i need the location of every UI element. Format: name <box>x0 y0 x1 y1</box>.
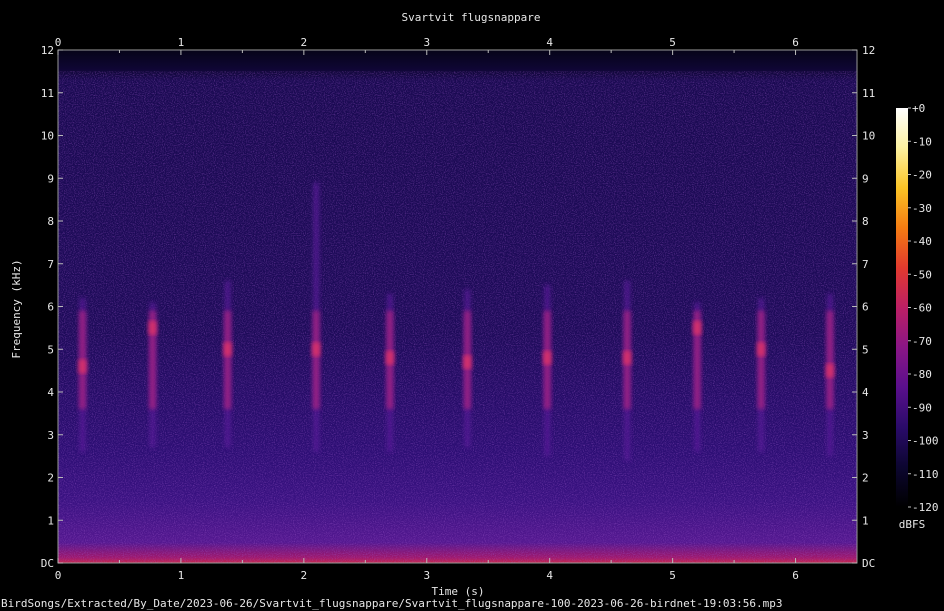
call-peak <box>543 350 552 365</box>
x-tick-label: 1 <box>178 36 185 49</box>
y-tick-label: 11 <box>862 87 875 100</box>
call-11 <box>825 293 834 457</box>
call-core <box>312 310 320 410</box>
colorbar-tick-label: -110 <box>912 468 939 481</box>
x-tick-label: 4 <box>546 36 553 49</box>
call-6 <box>463 289 472 448</box>
call-core <box>757 310 765 410</box>
colorbar-tick-label: -20 <box>912 169 932 182</box>
colorbar-gradient <box>896 108 908 507</box>
colorbar-label: dBFS <box>899 518 926 531</box>
y-axis-label: Frequency (kHz) <box>10 259 23 358</box>
colorbar-tick-label: -30 <box>912 202 932 215</box>
y-tick-label: 9 <box>47 172 54 185</box>
y-tick-label: 11 <box>41 87 54 100</box>
colorbar-ticks: +0 -10 -20 -30 -40 -50 -60 -70 -80 -90 -100 -110 -12… <box>908 102 939 514</box>
y-tick-label: 5 <box>862 343 869 356</box>
colorbar: +0 -10 -20 -30 -40 -50 -60 -70 -80 -90 -100 -110 -12… <box>896 102 939 531</box>
y-tick-label: 3 <box>862 429 869 442</box>
call-peak <box>463 355 472 370</box>
x-tick-label: 4 <box>546 569 553 582</box>
y-tick-label: 5 <box>47 343 54 356</box>
x-tick-label: 2 <box>301 36 308 49</box>
colorbar-tick-label: -60 <box>912 302 932 315</box>
y-tick-label: DC <box>41 557 54 570</box>
call-core <box>826 310 834 410</box>
call-9 <box>693 302 702 452</box>
chart-title: Svartvit flugsnappare <box>401 11 540 24</box>
call-3 <box>223 280 232 448</box>
call-2 <box>148 302 157 448</box>
y-tick-label: 10 <box>862 130 875 143</box>
colorbar-tick-label: -90 <box>912 401 932 414</box>
call-peak <box>78 359 87 374</box>
x-tick-label: 0 <box>55 569 62 582</box>
call-peak <box>825 363 834 378</box>
x-tick-label: 3 <box>423 36 430 49</box>
colorbar-tick-label: -70 <box>912 335 932 348</box>
x-tick-label: 3 <box>423 569 430 582</box>
spectrogram-figure: Svartvit flugsnappare 0123456 0123456 DC… <box>1 11 939 610</box>
call-peak <box>757 342 766 357</box>
colorbar-tick-label: -100 <box>912 435 939 448</box>
call-1 <box>78 297 87 452</box>
y-tick-label: 2 <box>862 472 869 485</box>
y-tick-label: 10 <box>41 130 54 143</box>
colorbar-tick-label: -10 <box>912 135 932 148</box>
call-10 <box>757 297 766 452</box>
file-path: BirdSongs/Extracted/By_Date/2023-06-26/S… <box>1 597 782 610</box>
call-peak <box>385 350 394 365</box>
call-4 <box>312 182 321 452</box>
y-tick-label: 1 <box>862 514 869 527</box>
y-tick-label: 6 <box>47 301 54 314</box>
y-tick-label: 1 <box>47 514 54 527</box>
call-peak <box>223 342 232 357</box>
call-peak <box>623 350 632 365</box>
x-tick-label: 6 <box>792 36 799 49</box>
x-tick-label: 5 <box>669 36 676 49</box>
y-tick-label: 9 <box>862 172 869 185</box>
call-core <box>224 310 232 410</box>
call-peak <box>148 320 157 335</box>
x-tick-label: 0 <box>55 36 62 49</box>
call-peak <box>693 320 702 335</box>
x-tick-label: 5 <box>669 569 676 582</box>
spectrogram-noise <box>58 71 857 563</box>
call-7 <box>543 285 552 457</box>
colorbar-tick-label: -40 <box>912 235 932 248</box>
y-tick-label: 12 <box>862 44 875 57</box>
y-tick-label: DC <box>862 557 875 570</box>
y-tick-label: 6 <box>862 301 869 314</box>
x-tick-label: 6 <box>792 569 799 582</box>
colorbar-tick-label: -50 <box>912 268 932 281</box>
y-tick-label: 8 <box>862 215 869 228</box>
plot-area <box>57 49 858 564</box>
call-peak <box>312 342 321 357</box>
y-tick-label: 3 <box>47 429 54 442</box>
y-tick-label: 8 <box>47 215 54 228</box>
colorbar-tick-label: -120 <box>912 501 939 514</box>
x-tick-label: 1 <box>178 569 185 582</box>
y-tick-label: 4 <box>47 386 54 399</box>
call-5 <box>385 293 394 452</box>
y-tick-label: 4 <box>862 386 869 399</box>
y-tick-label: 7 <box>862 258 869 271</box>
colorbar-tick-label: -80 <box>912 368 932 381</box>
y-tick-label: 12 <box>41 44 54 57</box>
y-tick-label: 7 <box>47 258 54 271</box>
x-tick-label: 2 <box>301 569 308 582</box>
y-tick-label: 2 <box>47 472 54 485</box>
colorbar-tick-label: +0 <box>912 102 925 115</box>
call-8 <box>623 280 632 461</box>
